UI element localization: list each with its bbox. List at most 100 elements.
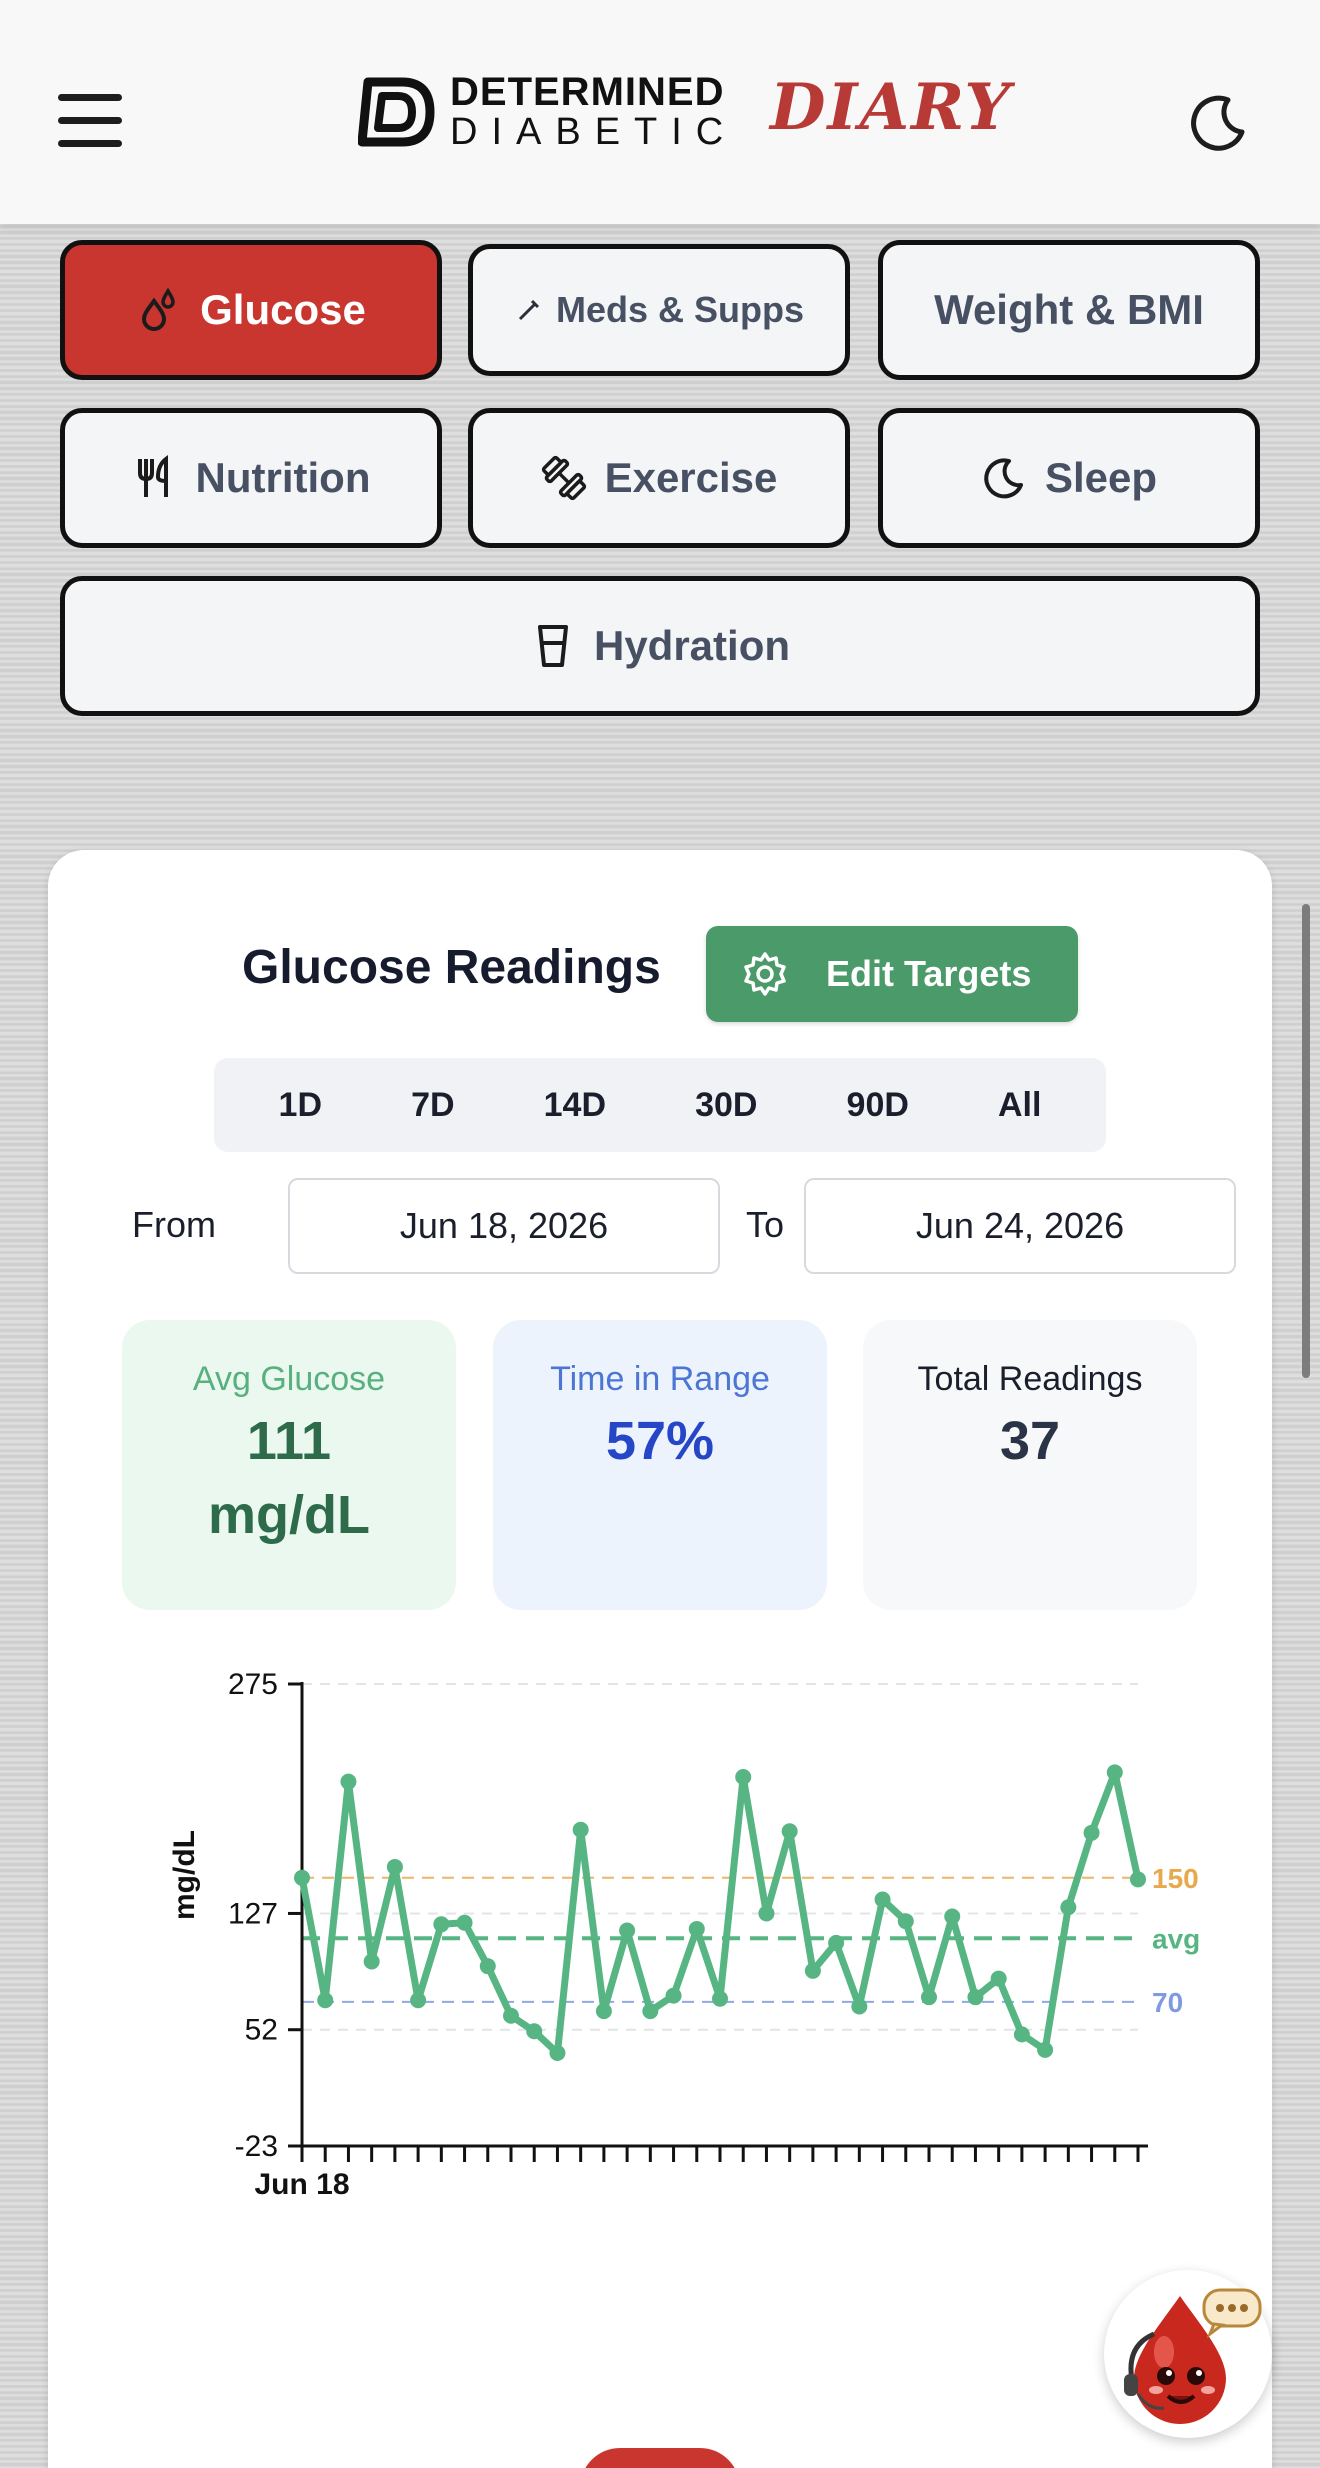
data-point bbox=[804, 1962, 821, 1979]
glass-icon bbox=[537, 625, 568, 667]
logo-text-top: DETERMINED bbox=[450, 70, 725, 114]
moon-icon bbox=[984, 458, 1023, 499]
tab-meds-supps[interactable]: Meds & Supps bbox=[468, 244, 850, 376]
x-tick-label: Jun 18 bbox=[254, 2168, 349, 2201]
tab-hydration[interactable]: Hydration bbox=[60, 576, 1260, 716]
data-point bbox=[363, 1953, 380, 1970]
add-reading-button[interactable] bbox=[580, 2448, 740, 2468]
data-point bbox=[526, 2023, 543, 2040]
edit-targets-button[interactable]: Edit Targets bbox=[706, 926, 1078, 1022]
data-point bbox=[642, 2003, 659, 2020]
to-label: To bbox=[746, 1204, 785, 1245]
data-point bbox=[1013, 2026, 1030, 2043]
data-point bbox=[294, 1869, 310, 1886]
data-point bbox=[828, 1934, 845, 1951]
data-point bbox=[967, 1989, 984, 2006]
data-point bbox=[851, 1998, 868, 2015]
tab-sleep[interactable]: Sleep bbox=[878, 408, 1260, 548]
data-point bbox=[1060, 1899, 1077, 1916]
from-date-field[interactable]: Jun 18, 2026 bbox=[288, 1178, 720, 1274]
data-point bbox=[688, 1920, 705, 1937]
y-axis-label: mg/dL bbox=[168, 1830, 201, 1920]
range-selector: 1D 7D 14D 30D 90D All bbox=[214, 1058, 1106, 1152]
data-point bbox=[479, 1958, 496, 1975]
avg-glucose-title: Avg Glucose bbox=[192, 1360, 386, 1398]
data-point bbox=[619, 1922, 636, 1939]
data-point bbox=[1130, 1871, 1146, 1888]
reference-line-label: 70 bbox=[1152, 1987, 1183, 2018]
avg-glucose-value: 111 bbox=[246, 1411, 332, 1471]
drops-icon bbox=[142, 287, 175, 331]
data-point bbox=[433, 1916, 450, 1933]
tab-label: Weight & BMI bbox=[934, 286, 1204, 333]
data-point bbox=[712, 1990, 728, 2007]
glucose-chart: 150 avg 70 275 127 52 -23 Jun 18 mg/dL bbox=[48, 1650, 1272, 2468]
range-7d[interactable]: 7D bbox=[399, 1076, 466, 1135]
tab-label: Sleep bbox=[1044, 454, 1158, 501]
data-point bbox=[1083, 1824, 1100, 1841]
data-point bbox=[735, 1769, 752, 1786]
y-tick-label: -23 bbox=[235, 2130, 278, 2163]
date-range-row: From Jun 18, 2026 To Jun 24, 2026 bbox=[132, 1178, 1236, 1274]
tab-weight-bmi[interactable]: Weight & BMI bbox=[878, 240, 1260, 380]
range-14d[interactable]: 14D bbox=[532, 1076, 618, 1135]
tab-label: Meds & Supps bbox=[555, 289, 805, 330]
data-point bbox=[410, 1992, 427, 2009]
menu-icon[interactable] bbox=[58, 94, 122, 148]
data-point bbox=[781, 1823, 798, 1840]
data-point bbox=[317, 1992, 334, 2009]
edit-targets-label: Edit Targets bbox=[826, 953, 1032, 994]
tab-exercise[interactable]: Exercise bbox=[468, 408, 850, 548]
data-point bbox=[595, 2003, 612, 2020]
from-label: From bbox=[132, 1204, 216, 1245]
tab-label: Nutrition bbox=[195, 454, 371, 501]
y-tick-label: 127 bbox=[228, 1897, 278, 1930]
tab-label: Glucose bbox=[200, 286, 366, 333]
glucose-chart-svg: 150 avg 70 275 127 52 -23 Jun 18 mg/dL bbox=[168, 1668, 1200, 2201]
data-point bbox=[503, 2007, 519, 2024]
gear-icon bbox=[744, 952, 786, 996]
glucose-card: Glucose Readings Edit Targets 1D 7D 14D … bbox=[48, 850, 1272, 2468]
utensils-icon bbox=[137, 455, 168, 497]
data-point bbox=[1037, 2041, 1054, 2058]
logo-text-bottom: DIABETIC bbox=[450, 111, 738, 153]
data-point bbox=[386, 1858, 403, 1875]
range-all[interactable]: All bbox=[986, 1076, 1053, 1135]
total-readings-value: 37 bbox=[999, 1411, 1061, 1471]
tab-label: Hydration bbox=[593, 622, 790, 669]
avg-glucose-stat: Avg Glucose 111 mg/dL bbox=[122, 1320, 456, 1610]
y-tick-label: 275 bbox=[228, 1668, 278, 1701]
logo-mark-icon bbox=[358, 77, 435, 147]
tab-label: Exercise bbox=[604, 454, 778, 501]
data-point bbox=[665, 1987, 682, 2004]
app-logo[interactable]: DETERMINED DIABETIC DIARY bbox=[358, 68, 1010, 158]
total-readings-title: Total Readings bbox=[917, 1360, 1143, 1398]
scrollbar[interactable] bbox=[1302, 904, 1310, 1378]
data-point bbox=[572, 1821, 589, 1838]
data-point bbox=[944, 1908, 961, 1925]
data-point bbox=[874, 1891, 891, 1908]
data-point bbox=[990, 1970, 1007, 1987]
range-90d[interactable]: 90D bbox=[835, 1076, 921, 1135]
tab-glucose[interactable]: Glucose bbox=[60, 240, 442, 380]
theme-toggle-moon-icon[interactable] bbox=[1188, 92, 1250, 154]
time-in-range-value: 57% bbox=[605, 1411, 715, 1471]
reference-line-label: 150 bbox=[1152, 1863, 1199, 1894]
range-1d[interactable]: 1D bbox=[267, 1076, 334, 1135]
time-in-range-stat: Time in Range 57% bbox=[493, 1320, 827, 1610]
data-point bbox=[921, 1989, 937, 2006]
data-point bbox=[1106, 1764, 1123, 1781]
pill-icon bbox=[518, 299, 540, 321]
time-in-range-title: Time in Range bbox=[550, 1360, 770, 1398]
assistant-chat-button[interactable] bbox=[1104, 2270, 1272, 2438]
blood-drop-mascot-icon bbox=[1124, 2288, 1262, 2424]
reference-line-label: avg bbox=[1152, 1923, 1200, 1954]
to-date-field[interactable]: Jun 24, 2026 bbox=[804, 1178, 1236, 1274]
page-title: Glucose Readings bbox=[242, 941, 661, 994]
data-point bbox=[549, 2044, 566, 2061]
tab-nutrition[interactable]: Nutrition bbox=[60, 408, 442, 548]
range-30d[interactable]: 30D bbox=[683, 1076, 769, 1135]
y-tick-label: 52 bbox=[245, 2014, 278, 2047]
dumbbell-icon bbox=[541, 455, 586, 501]
data-point bbox=[456, 1914, 473, 1931]
